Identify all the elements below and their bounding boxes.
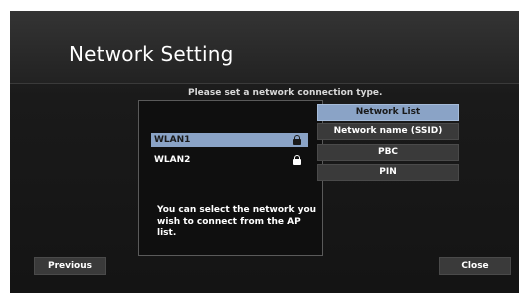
network-list-button[interactable]: Network List	[317, 104, 459, 121]
network-list-panel: WLAN1 WLAN2 You can select the network y…	[138, 100, 323, 256]
network-item-wlan2[interactable]: WLAN2	[151, 153, 308, 167]
network-item-wlan1[interactable]: WLAN1	[151, 133, 308, 147]
instruction-text: Please set a network connection type.	[188, 88, 383, 98]
network-name: WLAN2	[154, 155, 191, 165]
page-title: Network Setting	[69, 42, 234, 66]
pbc-button[interactable]: PBC	[317, 144, 459, 161]
close-button[interactable]: Close	[439, 257, 511, 275]
previous-button[interactable]: Previous	[34, 257, 106, 275]
help-text: You can select the network you wish to c…	[157, 205, 317, 238]
network-name-ssid-button[interactable]: Network name (SSID)	[317, 123, 459, 140]
lock-icon	[293, 135, 301, 145]
tv-screen: Network Setting Please set a network con…	[10, 11, 519, 293]
network-name: WLAN1	[154, 135, 191, 145]
lock-icon	[293, 155, 301, 165]
pin-button[interactable]: PIN	[317, 164, 459, 181]
